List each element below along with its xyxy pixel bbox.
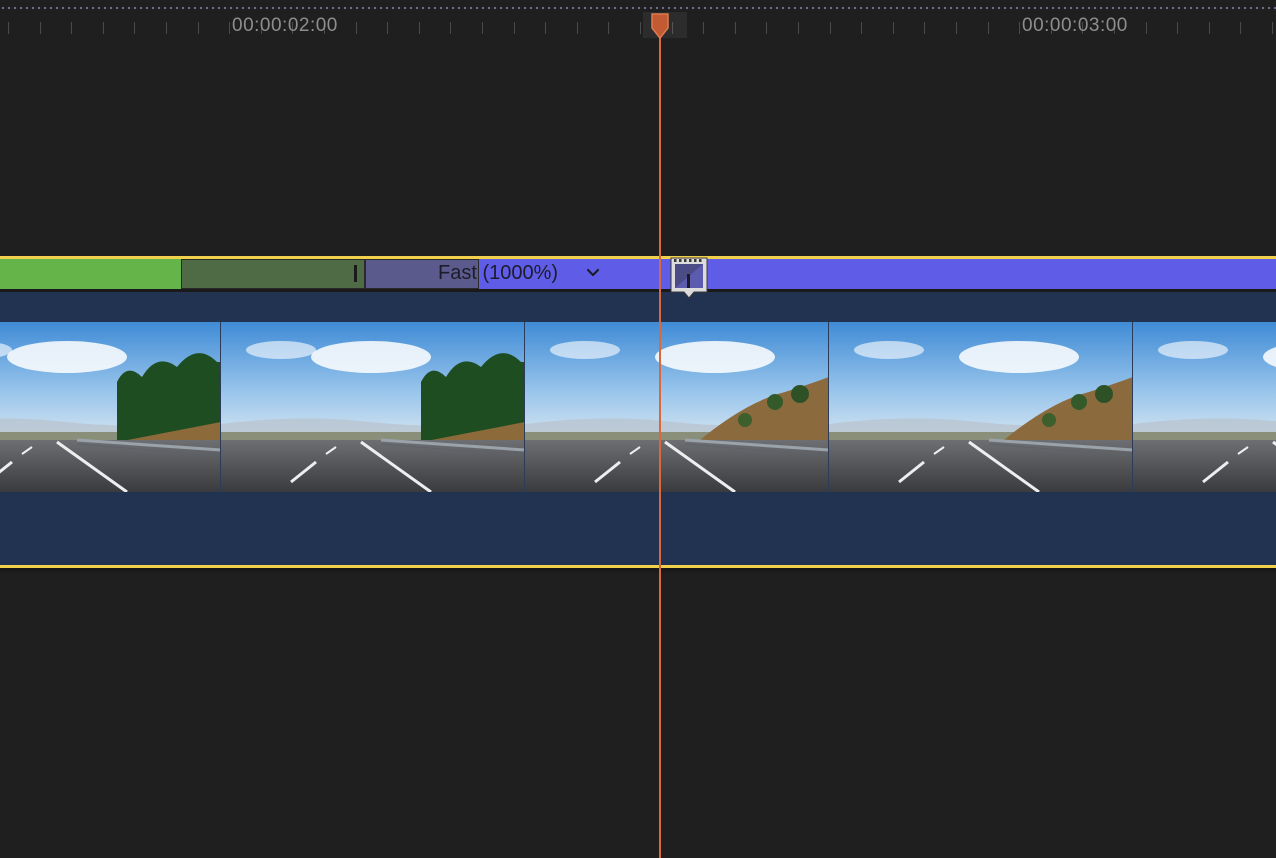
timecode-label-2: 00:00:03:00 xyxy=(1022,15,1128,36)
ruler-minor-tick xyxy=(1019,22,1021,34)
ruler-minor-tick xyxy=(987,22,989,34)
ruler-minor-tick xyxy=(766,22,768,34)
ruler-minor-tick xyxy=(387,22,389,34)
ruler-minor-tick xyxy=(1272,22,1273,34)
playhead-marker-icon[interactable] xyxy=(650,12,670,40)
timeline-ruler[interactable]: 00:00:02:00 00:00:03:00 xyxy=(0,0,1276,40)
ruler-minor-tick xyxy=(640,22,641,34)
ruler-minor-tick xyxy=(608,22,610,34)
timecode-label-1: 00:00:02:00 xyxy=(232,15,338,36)
ruler-minor-tick xyxy=(513,22,515,34)
clip-frame-thumbnail xyxy=(524,322,829,492)
ruler-minor-tick xyxy=(134,22,136,34)
ruler-dots xyxy=(0,6,1276,10)
ruler-minor-tick xyxy=(892,22,894,34)
ruler-minor-tick xyxy=(829,22,831,34)
ruler-minor-tick xyxy=(418,22,420,34)
playhead-line[interactable] xyxy=(659,28,661,858)
ruler-minor-tick xyxy=(450,22,452,34)
clip-frame-thumbnail xyxy=(220,322,525,492)
ruler-minor-tick xyxy=(1177,22,1179,34)
retime-handle[interactable] xyxy=(354,265,357,282)
retime-speed-label[interactable]: Fast (1000%) xyxy=(438,262,558,285)
retime-transition-normal[interactable] xyxy=(181,259,365,289)
film-frame-icon[interactable] xyxy=(669,256,709,304)
ruler-minor-tick xyxy=(39,22,41,34)
clip-shadow xyxy=(0,568,1276,574)
ruler-minor-tick xyxy=(102,22,104,34)
clip-frame-thumbnail xyxy=(0,322,221,492)
ruler-minor-tick xyxy=(545,22,547,34)
ruler-minor-tick xyxy=(956,22,957,34)
retime-bar-normal[interactable] xyxy=(0,259,182,289)
ruler-minor-tick xyxy=(8,22,9,34)
clip-filmstrip[interactable] xyxy=(0,322,1276,492)
ruler-minor-tick xyxy=(924,22,926,34)
ruler-minor-tick xyxy=(229,22,231,34)
ruler-minor-tick xyxy=(166,22,167,34)
ruler-minor-tick xyxy=(71,22,73,34)
clip-frame-thumbnail xyxy=(1132,322,1276,492)
clip-frame-thumbnail xyxy=(828,322,1133,492)
ruler-minor-tick xyxy=(576,22,578,34)
ruler-minor-tick xyxy=(1208,22,1210,34)
ruler-minor-tick xyxy=(703,22,705,34)
ruler-minor-tick xyxy=(197,22,199,34)
ruler-minor-tick xyxy=(355,22,357,34)
ruler-minor-tick xyxy=(861,22,863,34)
ruler-minor-tick xyxy=(1145,22,1147,34)
chevron-down-icon[interactable] xyxy=(584,264,602,282)
ruler-minor-tick xyxy=(482,22,483,34)
ruler-minor-tick xyxy=(798,22,799,34)
ruler-minor-tick xyxy=(734,22,736,34)
ruler-minor-tick xyxy=(1240,22,1242,34)
